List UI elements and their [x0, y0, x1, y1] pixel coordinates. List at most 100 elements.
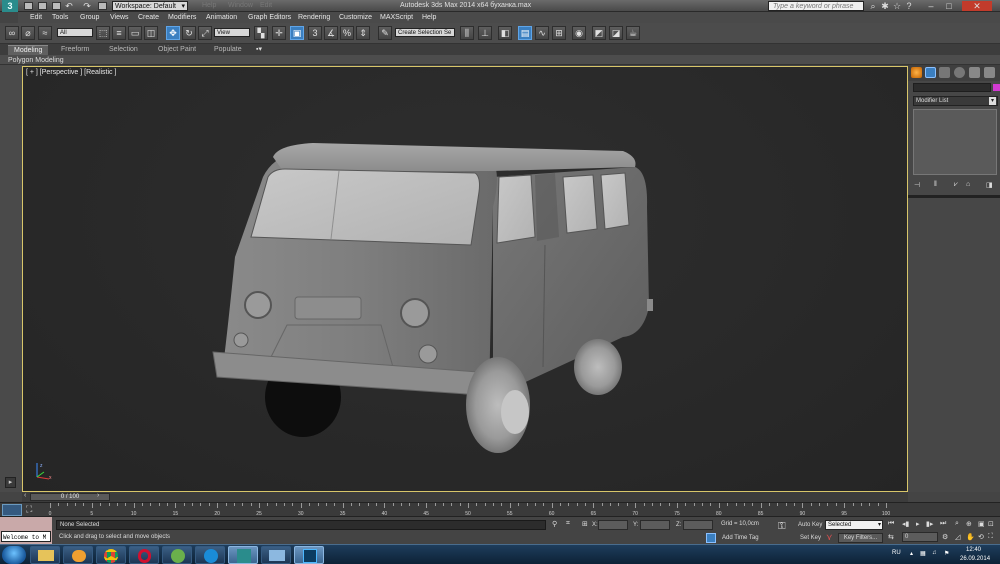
- scale-icon[interactable]: ⤢: [198, 26, 212, 40]
- maxscript-listener[interactable]: Welcome to M: [0, 517, 52, 545]
- isolate-icon[interactable]: ⌗: [566, 520, 570, 528]
- schematic-view-icon[interactable]: ⊞: [552, 26, 566, 40]
- y-coord-field[interactable]: [640, 520, 670, 530]
- show-end-result-icon[interactable]: ‖: [934, 181, 937, 188]
- time-config-icon[interactable]: ⚙: [942, 533, 948, 541]
- edit-named-selection-icon[interactable]: ✎: [378, 26, 392, 40]
- new-file-icon[interactable]: [24, 2, 33, 10]
- configure-sets-icon[interactable]: ◨: [986, 181, 993, 189]
- spinner-snap-icon[interactable]: ⇕: [356, 26, 370, 40]
- flag-icon[interactable]: ⚑: [944, 550, 949, 557]
- undo-icon[interactable]: ↶: [64, 1, 74, 11]
- save-file-icon[interactable]: [52, 2, 61, 10]
- open-file-icon[interactable]: [38, 2, 47, 10]
- search-icon[interactable]: ⌕: [868, 1, 878, 11]
- current-frame-field[interactable]: 0: [902, 532, 938, 542]
- opera-taskbar-icon[interactable]: [129, 546, 159, 564]
- clock-date[interactable]: 26.09.2014: [960, 556, 990, 562]
- explorer-taskbar-icon[interactable]: [30, 546, 60, 564]
- mini-curve-editor-icon[interactable]: [2, 504, 22, 516]
- play-icon[interactable]: ▸: [5, 477, 16, 488]
- subscription-icon[interactable]: ✱: [880, 1, 890, 11]
- window-crossing-icon[interactable]: ◫: [144, 26, 158, 40]
- create-tab-icon[interactable]: [911, 67, 922, 78]
- menu-customize[interactable]: Customize: [339, 14, 372, 21]
- image-viewer-taskbar-icon[interactable]: [261, 546, 291, 564]
- add-time-tag[interactable]: Add Time Tag: [722, 535, 759, 541]
- object-color-swatch[interactable]: [993, 84, 1000, 91]
- reference-coord-dropdown[interactable]: View: [214, 28, 250, 37]
- tab-populate[interactable]: Populate: [208, 45, 248, 55]
- material-editor-icon[interactable]: ◉: [572, 26, 586, 40]
- menu-create[interactable]: Create: [138, 14, 159, 21]
- redo-icon[interactable]: ↷: [82, 1, 92, 11]
- named-selection-dropdown[interactable]: Create Selection Se: [395, 28, 455, 37]
- percent-snap-icon[interactable]: %: [340, 26, 354, 40]
- z-coord-field[interactable]: [683, 520, 713, 530]
- maxscript-welcome-text[interactable]: Welcome to M: [1, 531, 51, 542]
- tab-modeling[interactable]: Modeling: [8, 45, 49, 55]
- display-tab-icon[interactable]: [969, 67, 980, 78]
- minimize-icon[interactable]: –: [926, 1, 936, 11]
- track-bar[interactable]: ⛶ 0 5 10 15 20 25 30 35 40 45 50 55 60 65 70 75 80 85 90 95…: [0, 502, 1000, 517]
- chrome-taskbar-icon[interactable]: [96, 546, 126, 564]
- tab-selection[interactable]: Selection: [103, 45, 144, 55]
- torrent-taskbar-icon[interactable]: [162, 546, 192, 564]
- default-in-out-tangents-icon[interactable]: ⋎: [826, 532, 833, 543]
- modify-tab-icon[interactable]: [925, 67, 936, 78]
- pan-icon[interactable]: ✋: [966, 533, 975, 541]
- zoom-icon[interactable]: ⌕: [955, 520, 959, 528]
- modifier-list-dropdown[interactable]: Modifier List ▾: [913, 96, 998, 106]
- utilities-tab-icon[interactable]: [984, 67, 995, 78]
- tab-freeform[interactable]: Freeform: [55, 45, 95, 55]
- angle-snap-icon[interactable]: ∡: [324, 26, 338, 40]
- teamviewer-taskbar-icon[interactable]: [195, 546, 225, 564]
- zoom-all-icon[interactable]: ⊕: [966, 520, 972, 528]
- menu-rendering[interactable]: Rendering: [298, 14, 330, 21]
- make-unique-icon[interactable]: ⩗: [954, 181, 958, 189]
- track-bar-filter-icon[interactable]: ⛶: [26, 504, 32, 515]
- keyboard-shortcut-override-icon[interactable]: ▣: [290, 26, 304, 40]
- fov-icon[interactable]: ◿: [955, 533, 960, 541]
- 3dsmax-taskbar-icon[interactable]: [228, 546, 258, 564]
- key-filters-button[interactable]: Key Filters...: [838, 533, 883, 543]
- zoom-extents-icon[interactable]: ▣: [978, 520, 985, 528]
- select-by-name-icon[interactable]: ≡: [112, 26, 126, 40]
- maximize-viewport-icon[interactable]: ⛶: [988, 533, 993, 541]
- menu-modifiers[interactable]: Modifiers: [168, 14, 196, 21]
- zoom-extents-all-icon[interactable]: ⊡: [988, 520, 994, 528]
- remove-modifier-icon[interactable]: ⌂: [966, 181, 970, 188]
- x-coord-field[interactable]: [598, 520, 628, 530]
- time-slider-track[interactable]: ‹ 0 / 100 ›: [22, 492, 908, 502]
- goto-end-icon[interactable]: ⏭: [940, 520, 946, 528]
- align-icon[interactable]: ⊥: [478, 26, 492, 40]
- move-icon[interactable]: ✥: [166, 26, 180, 40]
- rotate-icon[interactable]: ↻: [182, 26, 196, 40]
- auto-key-button[interactable]: Auto Key: [798, 522, 822, 528]
- menu-tools[interactable]: Tools: [52, 14, 68, 21]
- rect-selection-icon[interactable]: ▭: [128, 26, 142, 40]
- modifier-stack[interactable]: [913, 109, 997, 175]
- app-logo-icon[interactable]: 3: [2, 0, 18, 12]
- menu-graph-editors[interactable]: Graph Editors: [248, 14, 291, 21]
- absolute-mode-icon[interactable]: ⊞: [582, 520, 588, 528]
- key-mode-toggle-icon[interactable]: ⇆: [888, 533, 894, 541]
- pin-stack-icon[interactable]: ⊣: [914, 181, 920, 189]
- layer-manager-icon[interactable]: ◧: [498, 26, 512, 40]
- ribbon-options-icon[interactable]: ▪▾: [250, 45, 268, 55]
- curve-editor-icon[interactable]: ∿: [535, 26, 549, 40]
- next-frame-icon[interactable]: ▮▸: [926, 520, 933, 528]
- search-input[interactable]: Type a keyword or phrase: [768, 1, 864, 11]
- hierarchy-tab-icon[interactable]: [939, 67, 950, 78]
- media-player-taskbar-icon[interactable]: [63, 546, 93, 564]
- pivot-center-icon[interactable]: ▚: [254, 26, 268, 40]
- network-icon[interactable]: ▦: [920, 550, 926, 557]
- perspective-viewport[interactable]: [ + ] [Perspective ] [Realistic ] z x: [22, 66, 908, 492]
- clock-time[interactable]: 12:40: [966, 547, 981, 553]
- polygon-modeling-label[interactable]: Polygon Modeling: [8, 56, 64, 65]
- unlink-icon[interactable]: ⌀: [21, 26, 35, 40]
- select-manipulate-icon[interactable]: ✛: [272, 26, 286, 40]
- key-mode-dropdown[interactable]: Selected ▾: [825, 520, 883, 530]
- menu-help[interactable]: Help: [422, 14, 436, 21]
- orbit-icon[interactable]: ⟲: [978, 533, 984, 541]
